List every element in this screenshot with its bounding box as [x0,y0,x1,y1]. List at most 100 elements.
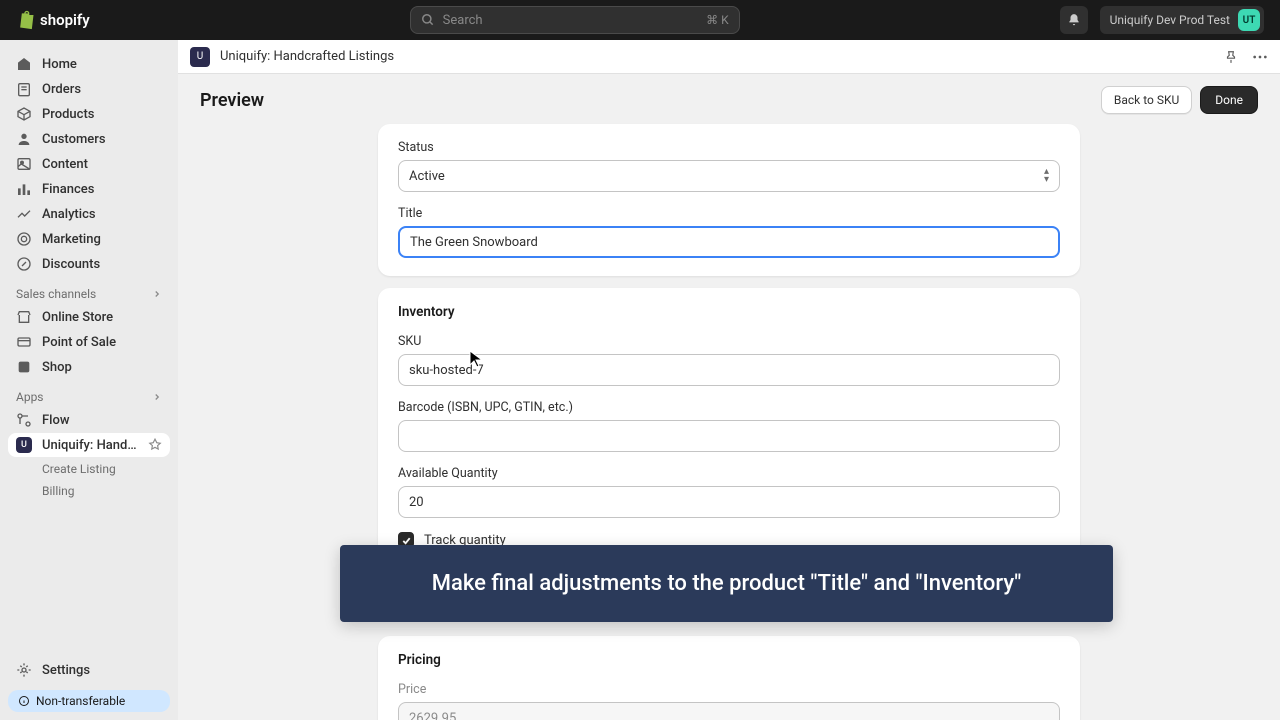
account-menu[interactable]: Uniquify Dev Prod Test UT [1100,6,1264,34]
notifications-button[interactable] [1060,6,1088,34]
sidebar-item-products[interactable]: Products [8,102,170,126]
sidebar-item-analytics[interactable]: Analytics [8,202,170,226]
apps-header[interactable]: Apps [8,380,170,408]
non-transferable-badge[interactable]: Non-transferable [8,690,170,712]
marketing-icon [16,231,32,247]
shopify-bag-icon [16,10,36,30]
preview-header: Preview Back to SKU Done [178,74,1280,124]
sidebar-item-label: Products [42,107,94,122]
avatar: UT [1238,9,1260,31]
shop-icon [16,359,32,375]
sidebar-item-label: Uniquify: Handcrafte... [42,438,138,453]
instruction-tooltip: Make final adjustments to the product "T… [340,545,1113,622]
title-input[interactable] [398,226,1060,258]
pin-icon[interactable] [1224,50,1238,64]
sidebar-item-pos[interactable]: Point of Sale [8,330,170,354]
customers-icon [16,131,32,147]
gear-icon [16,662,32,678]
sidebar-item-flow[interactable]: Flow [8,408,170,432]
orders-icon [16,81,32,97]
pos-icon [16,334,32,350]
sidebar-item-online-store[interactable]: Online Store [8,305,170,329]
section-label: Sales channels [16,287,96,301]
search-input[interactable]: Search ⌘ K [410,6,740,34]
barcode-label: Barcode (ISBN, UPC, GTIN, etc.) [398,400,1060,415]
sidebar-item-orders[interactable]: Orders [8,77,170,101]
pin-icon[interactable] [148,438,162,452]
products-icon [16,106,32,122]
sidebar-item-label: Online Store [42,310,113,325]
status-value: Active [409,169,445,184]
barcode-input[interactable] [398,420,1060,452]
check-icon [401,535,412,546]
sidebar-item-label: Finances [42,182,94,197]
discounts-icon [16,256,32,272]
chevron-right-icon [152,392,162,402]
sidebar-item-label: Discounts [42,257,100,272]
status-label: Status [398,140,1060,155]
sidebar-item-label: Analytics [42,207,96,222]
status-select[interactable]: Active ▴▾ [398,160,1060,192]
topbar-left: shopify [16,10,90,30]
more-icon[interactable] [1252,55,1268,59]
sidebar-item-label: Shop [42,360,72,375]
sidebar-item-marketing[interactable]: Marketing [8,227,170,251]
title-label: Title [398,206,1060,221]
uniquify-app-icon: U [16,437,32,453]
store-icon [16,309,32,325]
done-button[interactable]: Done [1200,86,1258,114]
sidebar-item-label: Content [42,157,88,172]
settings-label: Settings [42,663,90,678]
section-label: Apps [16,390,44,404]
sidebar-item-label: Orders [42,82,81,97]
status-title-card: Status Active ▴▾ Title [378,124,1080,276]
search-icon [421,13,435,27]
sidebar-item-settings[interactable]: Settings [8,656,170,684]
search-placeholder: Search [443,13,483,28]
sku-input[interactable] [398,354,1060,386]
app-header-title: Uniquify: Handcrafted Listings [220,49,394,64]
flow-icon [16,412,32,428]
price-input[interactable] [398,702,1060,720]
app-header: U Uniquify: Handcrafted Listings [178,40,1280,74]
quantity-label: Available Quantity [398,466,1060,481]
chevron-right-icon [152,289,162,299]
page-title: Preview [200,90,264,111]
sidebar-item-content[interactable]: Content [8,152,170,176]
sidebar-item-shop[interactable]: Shop [8,355,170,379]
bell-icon [1067,13,1081,27]
sidebar-item-label: Customers [42,132,106,147]
sidebar-bottom: Settings Non-transferable [0,648,178,720]
sidebar-sub-create-listing[interactable]: Create Listing [8,458,170,480]
badge-text: Non-transferable [36,694,125,708]
topbar-right: Uniquify Dev Prod Test UT [1060,6,1264,34]
price-label: Price [398,682,1060,697]
back-to-sku-button[interactable]: Back to SKU [1101,86,1192,114]
sales-channels-header[interactable]: Sales channels [8,277,170,305]
select-arrows-icon: ▴▾ [1044,168,1049,184]
app-header-icon: U [190,47,210,67]
analytics-icon [16,206,32,222]
sidebar-sub-billing[interactable]: Billing [8,480,170,502]
sidebar-item-label: Flow [42,413,70,428]
sidebar-item-label: Marketing [42,232,101,247]
sidebar-item-finances[interactable]: Finances [8,177,170,201]
inventory-heading: Inventory [398,304,1060,320]
quantity-input[interactable] [398,486,1060,518]
home-icon [16,56,32,72]
info-icon [18,695,30,707]
sidebar-item-customers[interactable]: Customers [8,127,170,151]
topbar: shopify Search ⌘ K Uniquify Dev Prod Tes… [0,0,1280,40]
sidebar-item-discounts[interactable]: Discounts [8,252,170,276]
main-content: Preview Back to SKU Done Status Active ▴… [178,74,1280,720]
search-shortcut: ⌘ K [706,13,729,27]
finances-icon [16,181,32,197]
sidebar-item-label: Point of Sale [42,335,116,350]
shopify-logo[interactable]: shopify [16,10,90,30]
sidebar-item-uniquify[interactable]: U Uniquify: Handcrafte... [8,433,170,457]
account-name: Uniquify Dev Prod Test [1110,13,1230,27]
sidebar-item-home[interactable]: Home [8,52,170,76]
content-icon [16,156,32,172]
pricing-heading: Pricing [398,652,1060,668]
search-container: Search ⌘ K [410,6,740,34]
